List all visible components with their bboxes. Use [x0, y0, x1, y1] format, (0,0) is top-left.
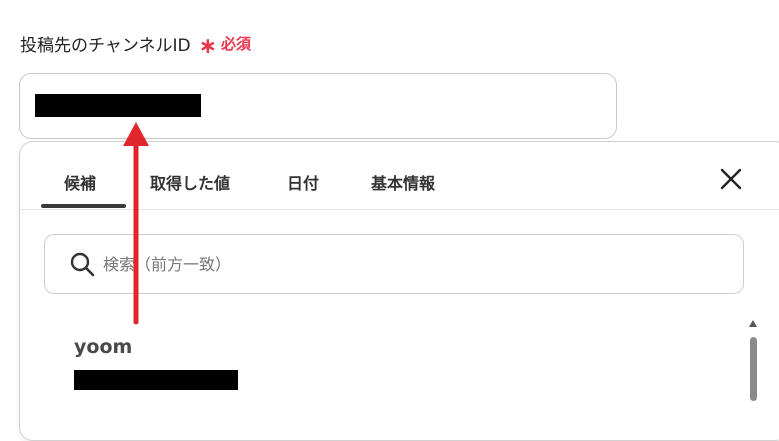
tab-bar: 候補 取得した値 日付 基本情報	[20, 142, 779, 210]
required-asterisk: ∗	[198, 33, 218, 59]
search-icon	[70, 252, 95, 277]
close-icon[interactable]	[719, 167, 743, 191]
field-label: 投稿先のチャンネルID	[20, 36, 191, 56]
redacted-option-id	[74, 370, 238, 390]
tab-candidates[interactable]: 候補	[64, 170, 96, 194]
required-badge: 必須	[221, 35, 252, 53]
value-picker-panel: 候補 取得した値 日付 基本情報 yoom	[19, 141, 779, 441]
channel-id-input[interactable]	[19, 73, 617, 139]
option-name: yoom	[74, 336, 133, 358]
scroll-up-arrow-icon[interactable]	[749, 320, 757, 327]
tab-date[interactable]: 日付	[287, 170, 319, 194]
search-box	[44, 234, 744, 294]
tab-basic-info[interactable]: 基本情報	[371, 170, 435, 194]
scrollbar-thumb[interactable]	[750, 337, 757, 401]
redacted-value	[35, 94, 201, 117]
option-item[interactable]: yoom	[74, 336, 238, 390]
search-input[interactable]	[101, 253, 705, 275]
active-tab-indicator	[41, 204, 126, 208]
field-label-row: 投稿先のチャンネルID ∗ 必須	[20, 31, 252, 59]
tab-fetched-values[interactable]: 取得した値	[150, 170, 230, 194]
